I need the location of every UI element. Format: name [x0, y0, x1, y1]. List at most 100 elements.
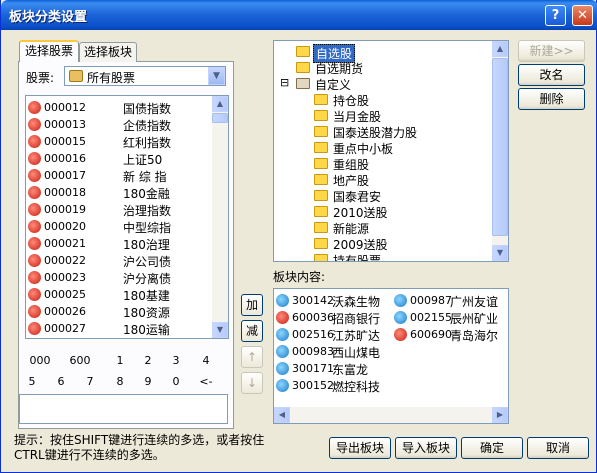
- move-up-button[interactable]: ↑: [241, 346, 263, 368]
- folder-icon: [314, 110, 328, 121]
- stock-name: 江苏旷达: [332, 329, 381, 343]
- import-block-button[interactable]: 导入板块: [395, 437, 457, 459]
- stock-list-item[interactable]: 000022 沪公司债: [28, 252, 212, 269]
- keypad-key[interactable]: 9: [135, 375, 161, 388]
- stock-list-item[interactable]: 000019 治理指数: [28, 201, 212, 218]
- tab-select-blocks[interactable]: 选择板块: [79, 42, 137, 62]
- block-content-hscrollbar[interactable]: ◀ ▶: [274, 407, 508, 423]
- scroll-thumb[interactable]: [492, 58, 508, 236]
- help-button[interactable]: ?: [545, 5, 566, 26]
- close-button[interactable]: ✕: [572, 5, 593, 26]
- stock-name: 上证50: [123, 153, 163, 167]
- ok-button[interactable]: 确定: [461, 437, 523, 459]
- keypad-key[interactable]: 5: [19, 375, 45, 388]
- stock-list-item[interactable]: 000020 中型综指: [28, 218, 212, 235]
- stock-code-input[interactable]: [19, 394, 228, 424]
- stock-list-item[interactable]: 000015 红利指数: [28, 133, 212, 150]
- keypad-key[interactable]: 4: [193, 354, 219, 367]
- move-down-button[interactable]: ↓: [241, 372, 263, 394]
- block-content-item[interactable]: 300171 东富龙: [276, 360, 396, 377]
- block-content-item[interactable]: 002155 辰州矿业: [394, 309, 508, 326]
- keypad-key[interactable]: 2: [135, 354, 161, 367]
- stock-icon: [28, 254, 41, 267]
- stock-list-item[interactable]: 000021 180治理: [28, 235, 212, 252]
- tab-select-stocks[interactable]: 选择股票: [19, 40, 79, 62]
- block-content-item[interactable]: 000983 西山煤电: [276, 343, 396, 360]
- stock-name: 广州友谊: [450, 295, 499, 309]
- new-block-button[interactable]: 新建>>: [518, 40, 585, 62]
- stock-name: 180运输: [123, 323, 170, 337]
- stock-list-item[interactable]: 000023 沪分离债: [28, 269, 212, 286]
- block-tree-scrollbar[interactable]: ▲ ▼: [492, 41, 508, 261]
- stock-code: 000017: [44, 169, 86, 182]
- delete-button[interactable]: 删除: [518, 88, 585, 110]
- stock-name: 西山煤电: [332, 346, 381, 360]
- keypad-key[interactable]: <-: [193, 375, 219, 388]
- stock-list-item[interactable]: 000017 新 综 指: [28, 167, 212, 184]
- stock-code: 000027: [44, 322, 86, 335]
- block-content-item[interactable]: 300142 沃森生物: [276, 292, 396, 309]
- keypad-key[interactable]: 0: [163, 375, 189, 388]
- stock-name: 治理指数: [123, 204, 172, 218]
- remove-button[interactable]: 减: [241, 320, 263, 342]
- rename-button[interactable]: 改名: [518, 64, 585, 86]
- chevron-down-icon[interactable]: ▼: [208, 67, 225, 85]
- keypad-key[interactable]: 7: [77, 375, 103, 388]
- collapse-icon[interactable]: ⊟: [280, 76, 289, 89]
- keypad-key[interactable]: 8: [107, 375, 133, 388]
- stock-name: 国债指数: [123, 102, 172, 116]
- scroll-down-icon[interactable]: ▼: [492, 245, 508, 261]
- block-content-item[interactable]: 000987 广州友谊: [394, 292, 508, 309]
- block-content-item[interactable]: 600036 招商银行: [276, 309, 396, 326]
- stock-list-scrollbar[interactable]: ▲ ▼: [212, 96, 228, 338]
- folder-icon: [314, 190, 328, 201]
- stock-list-item[interactable]: 000026 180资源: [28, 303, 212, 320]
- stock-list-item[interactable]: 000025 180基建: [28, 286, 212, 303]
- keypad-key[interactable]: 000: [27, 354, 53, 367]
- scroll-up-icon[interactable]: ▲: [212, 96, 228, 112]
- block-content-item[interactable]: 600690 青岛海尔: [394, 326, 508, 343]
- stock-name: 沃森生物: [332, 295, 381, 309]
- stock-list-item[interactable]: 000027 180运输: [28, 320, 212, 337]
- folder-icon: [314, 158, 328, 169]
- stock-filter-select[interactable]: 所有股票 ▼: [64, 66, 226, 86]
- tree-item-label: 国泰送股潜力股: [333, 126, 418, 140]
- cancel-button[interactable]: 取消: [527, 437, 589, 459]
- stock-code: 000016: [44, 152, 86, 165]
- scroll-down-icon[interactable]: ▼: [212, 322, 228, 338]
- scroll-thumb[interactable]: [212, 113, 228, 123]
- stock-list-item[interactable]: 000018 180金融: [28, 184, 212, 201]
- stock-icon: [28, 101, 41, 114]
- keypad-key[interactable]: 1: [107, 354, 133, 367]
- stock-icon: [394, 328, 407, 341]
- stock-name: 辰州矿业: [450, 312, 499, 326]
- stock-list-item[interactable]: 000013 企债指数: [28, 116, 212, 133]
- scroll-left-icon[interactable]: ◀: [274, 407, 290, 423]
- stock-icon: [276, 362, 289, 375]
- add-button[interactable]: 加: [241, 294, 263, 316]
- title-bar[interactable]: 板块分类设置 ? ✕: [1, 0, 597, 30]
- stock-code: 000019: [44, 203, 86, 216]
- export-block-button[interactable]: 导出板块: [329, 437, 391, 459]
- block-tree[interactable]: 自选股 自选期货 ⊟ 自定义 持仓股 当月金股 国泰送股潜力股 重点中小板 重组股 地产股 国泰君安…: [273, 40, 509, 262]
- stock-icon: [28, 305, 41, 318]
- block-content-item[interactable]: 002516 江苏旷达: [276, 326, 396, 343]
- block-content-item[interactable]: 300152 燃控科技: [276, 377, 396, 394]
- stock-code: 000023: [44, 271, 86, 284]
- stock-icon: [276, 294, 289, 307]
- keypad-key[interactable]: 600: [67, 354, 93, 367]
- stock-list[interactable]: 000012 国债指数 000013 企债指数 000015 红利指数 000016 上证50…: [25, 95, 229, 339]
- stock-list-item[interactable]: 000012 国债指数: [28, 99, 212, 116]
- tab-label: 选择板块: [83, 45, 132, 59]
- stock-name: 180治理: [123, 238, 170, 252]
- stock-icon: [276, 379, 289, 392]
- stock-icon: [28, 152, 41, 165]
- keypad-key[interactable]: 3: [163, 354, 189, 367]
- scroll-up-icon[interactable]: ▲: [492, 41, 508, 57]
- stock-code: 000983: [292, 345, 334, 358]
- scroll-right-icon[interactable]: ▶: [492, 407, 508, 423]
- stock-name: 180资源: [123, 306, 170, 320]
- keypad-key[interactable]: 6: [48, 375, 74, 388]
- stock-list-item[interactable]: 000016 上证50: [28, 150, 212, 167]
- block-content-list[interactable]: 300142 沃森生物 600036 招商银行 002516 江苏旷达 000983 西山煤电…: [273, 288, 509, 424]
